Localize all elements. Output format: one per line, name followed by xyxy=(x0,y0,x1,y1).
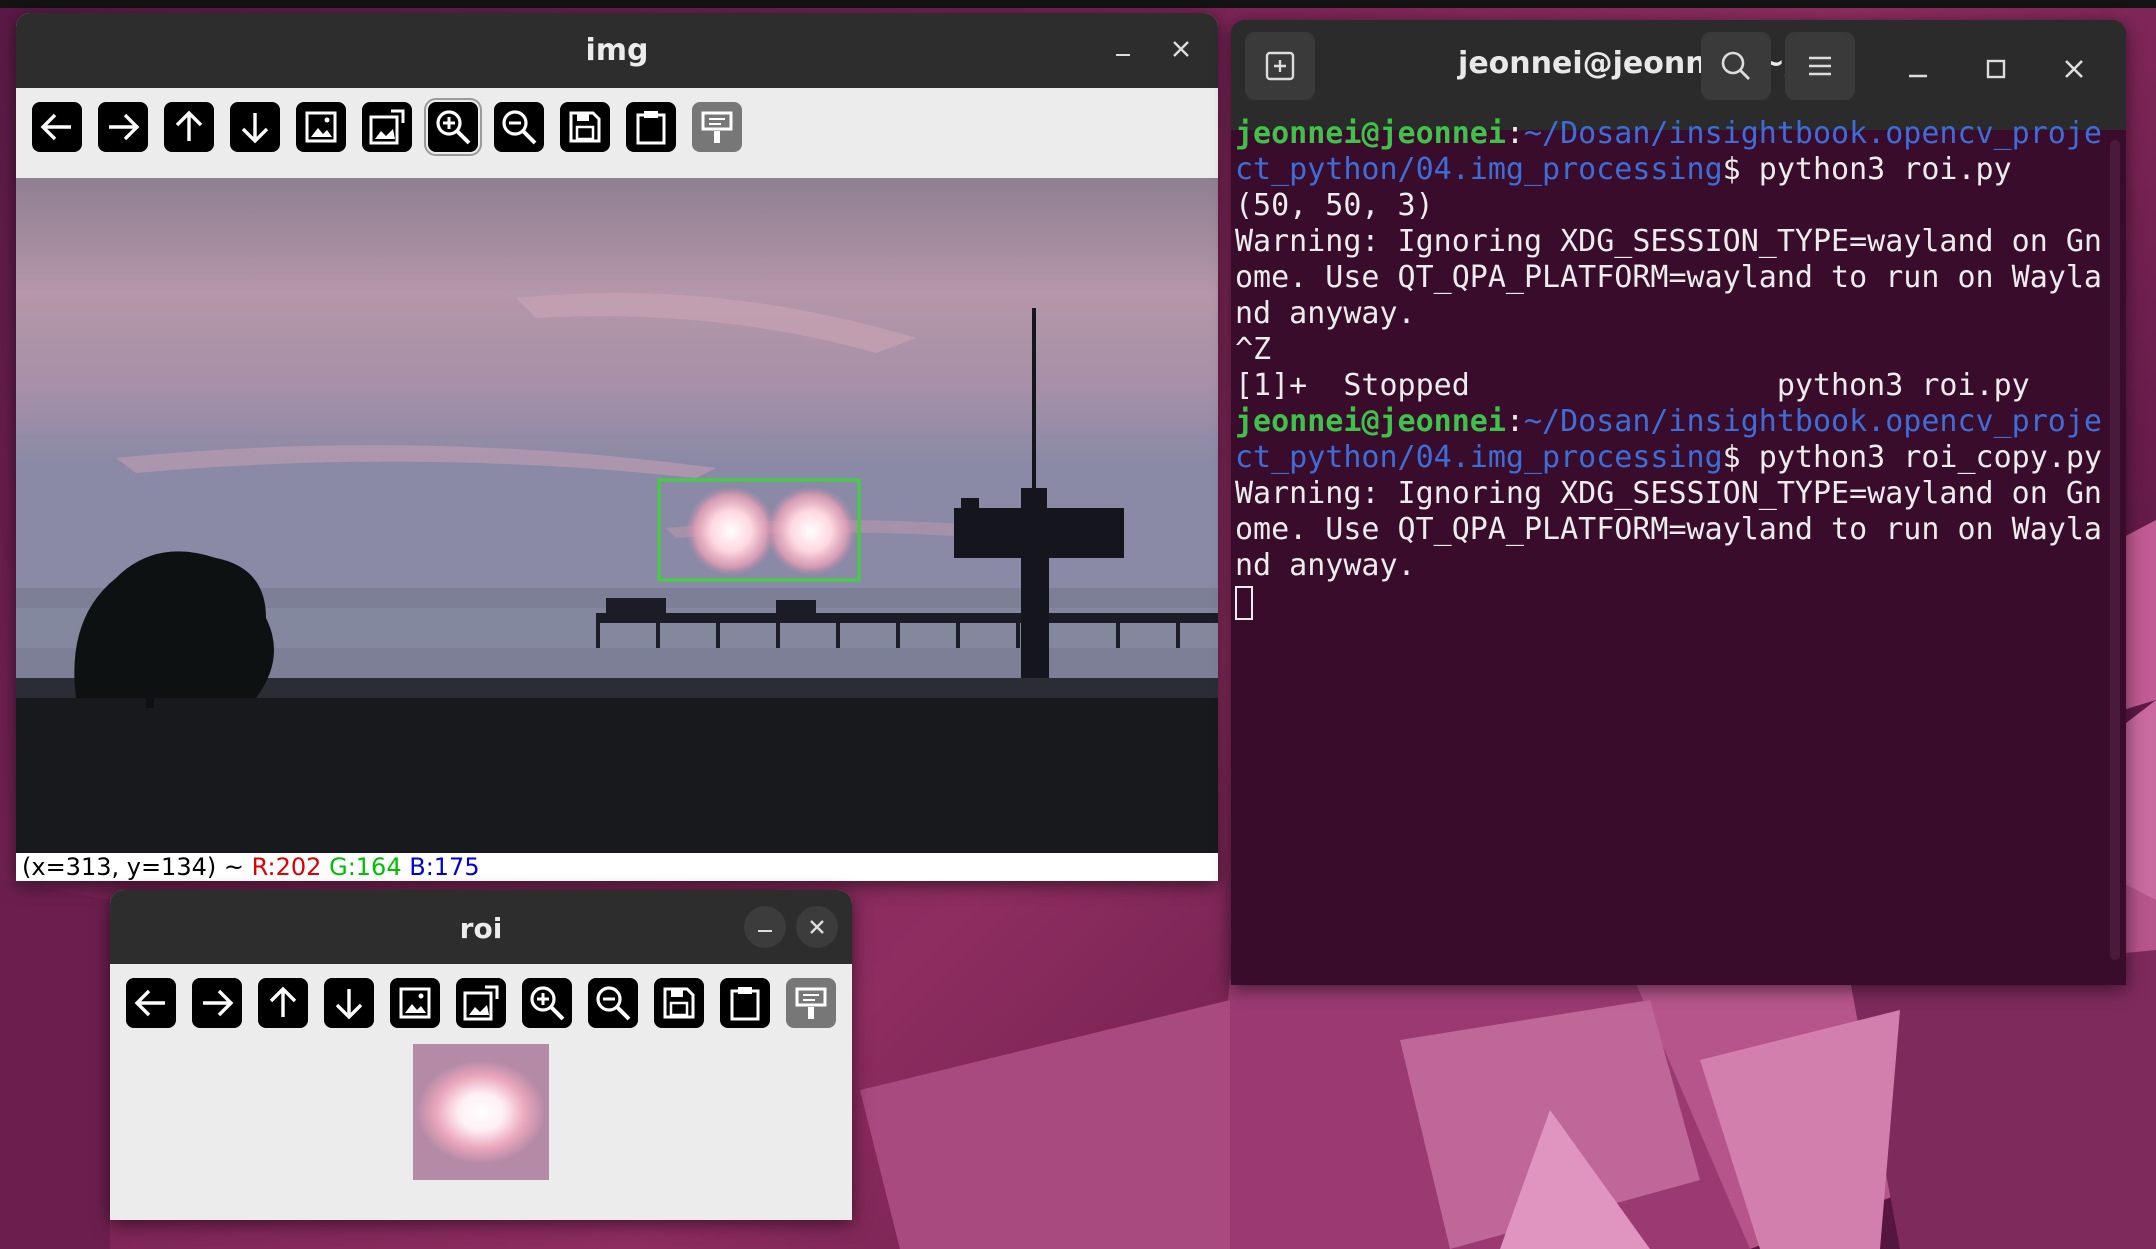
output-line: (50, 50, 3) xyxy=(1235,188,1434,223)
minimize-icon xyxy=(1116,54,1130,56)
img-toolbar xyxy=(16,88,1218,178)
output-line: ^Z xyxy=(1235,332,1272,367)
pan-up-button[interactable] xyxy=(164,102,214,152)
new-tab-button[interactable] xyxy=(1245,32,1315,100)
zoom-out-button[interactable] xyxy=(494,102,544,152)
minimize-button[interactable] xyxy=(744,906,786,948)
maximize-button[interactable] xyxy=(1981,54,2011,84)
properties-button[interactable] xyxy=(692,102,742,152)
roi-image-canvas[interactable] xyxy=(413,1044,549,1180)
output-line: Warning: Ignoring XDG_SESSION_TYPE=wayla… xyxy=(1235,224,2102,331)
img-titlebar[interactable]: img xyxy=(16,13,1218,88)
pan-up-button[interactable] xyxy=(258,978,308,1028)
terminal-titlebar[interactable]: jeonnei@jeonnei: ~/... xyxy=(1231,20,2126,130)
pan-down-button[interactable] xyxy=(324,978,374,1028)
terminal-scrollbar[interactable] xyxy=(2110,140,2120,960)
pan-left-button[interactable] xyxy=(126,978,176,1028)
arrow-up-icon xyxy=(175,110,203,141)
arrow-right-icon xyxy=(109,113,140,141)
minimize-button[interactable] xyxy=(1903,54,1933,84)
arrow-down-icon xyxy=(241,113,269,144)
pan-right-button[interactable] xyxy=(192,978,242,1028)
properties-button[interactable] xyxy=(786,978,836,1028)
zoom-reset-button[interactable] xyxy=(296,102,346,152)
status-green: G:164 xyxy=(329,853,402,881)
close-icon xyxy=(810,920,824,934)
roi-window-title: roi xyxy=(459,912,503,945)
zoom-out-icon xyxy=(502,110,537,145)
status-blue: B:175 xyxy=(409,853,480,881)
minimize-icon xyxy=(758,930,772,932)
zoom-in-icon xyxy=(530,986,565,1021)
zoom-fit-button[interactable] xyxy=(456,978,506,1028)
arrow-down-icon xyxy=(335,989,363,1020)
zoom-reset-button[interactable] xyxy=(390,978,440,1028)
arrow-right-icon xyxy=(203,989,234,1017)
prompt-command: $ python3 roi.py xyxy=(1722,152,2012,187)
prompt-user: jeonnei@jeonnei xyxy=(1235,404,1506,439)
minimize-icon xyxy=(1909,74,1927,78)
top-bar xyxy=(0,0,2156,8)
prompt-command: $ python3 roi_copy.py xyxy=(1722,440,2102,475)
copy-to-clipboard-button[interactable] xyxy=(720,978,770,1028)
terminal-window: jeonnei@jeonnei: ~/... jeonnei@jeonnei:~… xyxy=(1231,20,2126,985)
zoom-fit-button[interactable] xyxy=(362,102,412,152)
status-red: R:202 xyxy=(251,853,322,881)
image-edit-icon xyxy=(369,109,405,145)
pan-left-button[interactable] xyxy=(32,102,82,152)
arrow-up-icon xyxy=(269,986,297,1017)
pixel-status-bar: (x=313, y=134) ~ R:202 G:164 B:175 xyxy=(16,853,1218,881)
zoom-out-icon xyxy=(596,986,631,1021)
close-icon xyxy=(1173,41,1189,57)
terminal-output[interactable]: jeonnei@jeonnei:~/Dosan/insightbook.open… xyxy=(1235,116,2105,620)
clipboard-icon xyxy=(730,987,760,1021)
pan-right-button[interactable] xyxy=(98,102,148,152)
search-icon xyxy=(1721,51,1750,80)
img-window: img (x=313, y=134) ~ R:202 G:164 B:175 xyxy=(16,13,1218,881)
save-button[interactable] xyxy=(560,102,610,152)
clipboard-icon xyxy=(636,111,666,145)
save-button[interactable] xyxy=(654,978,704,1028)
zoom-in-button[interactable] xyxy=(424,98,482,156)
close-button[interactable] xyxy=(796,906,838,948)
minimize-button[interactable] xyxy=(1108,39,1138,63)
prompt-colon: : xyxy=(1505,116,1524,151)
roi-titlebar[interactable]: roi xyxy=(110,890,852,964)
prompt-colon: : xyxy=(1505,404,1524,439)
maximize-icon xyxy=(1986,59,2006,79)
new-tab-icon xyxy=(1265,51,1295,81)
roi-window: roi xyxy=(110,890,852,1220)
close-button[interactable] xyxy=(2059,54,2089,84)
menu-button[interactable] xyxy=(1785,32,1855,100)
save-icon xyxy=(569,111,601,143)
hamburger-menu-icon xyxy=(1809,56,1831,76)
close-button[interactable] xyxy=(1166,37,1196,67)
text-cursor xyxy=(1235,586,1253,620)
output-line: [1]+ Stopped python3 roi.py xyxy=(1235,368,2030,403)
arrow-left-icon xyxy=(134,989,165,1017)
prompt-user: jeonnei@jeonnei xyxy=(1235,116,1506,151)
search-button[interactable] xyxy=(1701,32,1771,100)
properties-icon xyxy=(795,987,827,1019)
properties-icon xyxy=(701,111,733,143)
roi-toolbar xyxy=(110,964,852,1054)
copy-to-clipboard-button[interactable] xyxy=(626,102,676,152)
status-coords: (x=313, y=134) ~ xyxy=(22,853,244,881)
image-edit-icon xyxy=(463,985,499,1021)
zoom-out-button[interactable] xyxy=(588,978,638,1028)
image-canvas[interactable] xyxy=(16,178,1218,853)
image-icon xyxy=(305,111,337,143)
zoom-in-icon xyxy=(436,110,471,145)
img-window-title: img xyxy=(585,33,649,68)
output-line: Warning: Ignoring XDG_SESSION_TYPE=wayla… xyxy=(1235,476,2102,583)
zoom-in-button[interactable] xyxy=(522,978,572,1028)
close-icon xyxy=(2065,60,2083,78)
arrow-left-icon xyxy=(40,113,71,141)
image-icon xyxy=(399,987,431,1019)
save-icon xyxy=(663,987,695,1019)
pan-down-button[interactable] xyxy=(230,102,280,152)
